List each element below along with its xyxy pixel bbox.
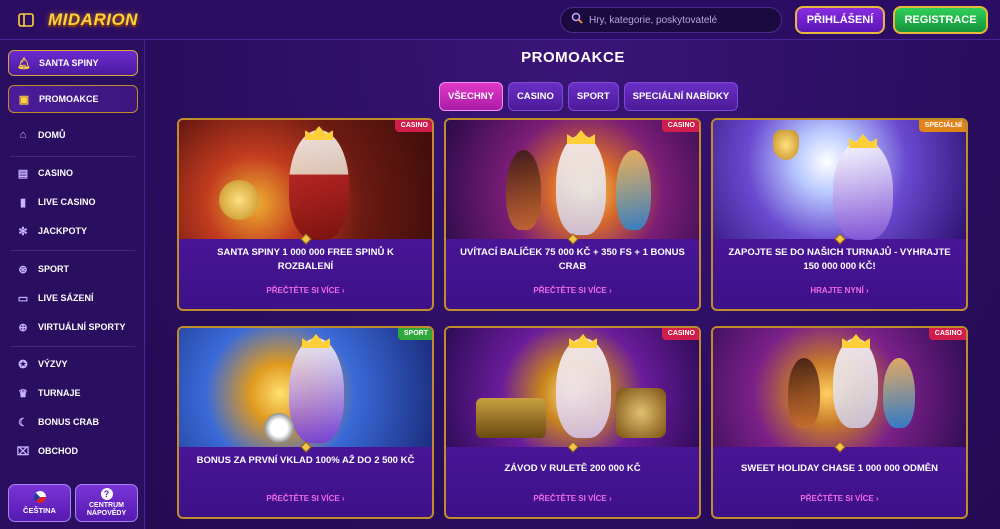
sidebar-item-bonus-crab[interactable]: ☾ BONUS CRAB bbox=[8, 409, 138, 435]
sidebar-item-casino[interactable]: ▤ CASINO bbox=[8, 160, 138, 186]
promo-title: UVÍTACÍ BALÍČEK 75 000 KČ + 350 FS + 1 B… bbox=[460, 247, 685, 272]
cards-icon: ▮ bbox=[19, 196, 27, 209]
sidebar-item-turnaje[interactable]: ♛ TURNAJE bbox=[8, 380, 138, 406]
sidebar-item-label: JACKPOTY bbox=[38, 226, 88, 236]
sidebar-item-virtualni-sporty[interactable]: ⊕ VIRTUÁLNÍ SPORTY bbox=[8, 314, 138, 340]
language-label: ČEŠTINA bbox=[23, 506, 56, 515]
promo-card[interactable]: CASINO UVÍTACÍ BALÍČEK 75 000 KČ + 350 F… bbox=[444, 118, 701, 311]
read-more-link[interactable]: PŘEČTĚTE SI VÍCE › bbox=[179, 494, 432, 503]
trophy-icon: ♛ bbox=[18, 387, 28, 400]
sidebar-item-label: TURNAJE bbox=[38, 388, 81, 398]
register-button[interactable]: REGISTRACE bbox=[893, 6, 988, 34]
sidebar-divider bbox=[10, 250, 135, 251]
search-placeholder: Hry, kategorie, poskytovatelé bbox=[589, 14, 718, 26]
promo-image bbox=[446, 120, 699, 239]
sidebar-item-label: DOMŮ bbox=[38, 130, 66, 140]
read-more-link[interactable]: PŘEČTĚTE SI VÍCE › bbox=[446, 494, 699, 503]
help-label-2: NÁPOVĚDY bbox=[86, 510, 127, 517]
slot-machine-icon: ▤ bbox=[17, 167, 29, 180]
sidebar-item-live-casino[interactable]: ▮ LIVE CASINO bbox=[8, 189, 138, 215]
help-label-1: CENTRUM bbox=[89, 502, 124, 509]
sidebar-divider bbox=[10, 346, 135, 347]
language-button[interactable]: ČEŠTINA bbox=[8, 484, 71, 522]
login-button[interactable]: PŘIHLÁŠENÍ bbox=[795, 6, 885, 34]
promo-image bbox=[446, 328, 699, 447]
promo-card[interactable]: SPECIÁLNÍ ZAPOJTE SE DO NAŠICH TURNAJŮ -… bbox=[711, 118, 968, 311]
live-icon: ▭ bbox=[17, 292, 29, 305]
sidebar-item-obchod[interactable]: ⌧ OBCHOD bbox=[8, 438, 138, 464]
promo-tabs: VŠECHNY CASINO SPORT SPECIÁLNÍ NABÍDKY bbox=[439, 82, 739, 111]
category-badge: CASINO bbox=[661, 328, 699, 340]
logo[interactable]: MIDARION bbox=[48, 10, 138, 30]
sidebar-item-label: BONUS CRAB bbox=[38, 417, 100, 427]
sidebar-item-label: CASINO bbox=[38, 168, 74, 178]
category-badge: CASINO bbox=[928, 328, 966, 340]
ball-icon: ⊛ bbox=[18, 263, 28, 276]
help-center-button[interactable]: ? CENTRUM NÁPOVĚDY bbox=[75, 484, 138, 522]
sidebar: 🔔︎ SANTA SPINY ▣ PROMOAKCE ⌂ DOMŮ ▤ CASI… bbox=[0, 40, 145, 529]
main-content: PROMOAKCE VŠECHNY CASINO SPORT SPECIÁLNÍ… bbox=[146, 40, 1000, 529]
sidebar-item-vyzvy[interactable]: ✪ VÝZVY bbox=[8, 351, 138, 377]
promo-card[interactable]: CASINO SANTA SPINY 1 000 000 FREE SPINŮ … bbox=[177, 118, 434, 311]
promo-title: BONUS ZA PRVNÍ VKLAD 100% AŽ DO 2 500 KČ bbox=[196, 455, 415, 466]
gift-icon: ▣ bbox=[18, 93, 30, 106]
read-more-link[interactable]: PŘEČTĚTE SI VÍCE › bbox=[713, 494, 966, 503]
search-input[interactable]: Hry, kategorie, poskytovatelé bbox=[560, 7, 782, 33]
sidebar-item-jackpoty[interactable]: ✻ JACKPOTY bbox=[8, 218, 138, 244]
promo-title: ZÁVOD V RULETĚ 200 000 KČ bbox=[504, 463, 641, 474]
play-now-link[interactable]: HRAJTE NYNÍ › bbox=[713, 286, 966, 295]
gamepad-icon: ⊕ bbox=[18, 321, 28, 334]
read-more-link[interactable]: PŘEČTĚTE SI VÍCE › bbox=[179, 286, 432, 295]
home-icon: ⌂ bbox=[19, 129, 27, 141]
tab-vsechny[interactable]: VŠECHNY bbox=[439, 82, 503, 111]
sidebar-item-label: LIVE SÁZENÍ bbox=[38, 293, 94, 303]
promo-title: SANTA SPINY 1 000 000 FREE SPINŮ K ROZBA… bbox=[217, 247, 394, 272]
promo-title: ZAPOJTE SE DO NAŠICH TURNAJŮ - VYHRAJTE … bbox=[728, 247, 951, 272]
sidebar-item-label: VÝZVY bbox=[38, 359, 68, 369]
sidebar-toggle-icon[interactable] bbox=[12, 6, 40, 34]
category-badge: CASINO bbox=[661, 120, 699, 132]
sidebar-item-label: OBCHOD bbox=[38, 446, 78, 456]
page-title: PROMOAKCE bbox=[521, 49, 625, 66]
sidebar-item-domu[interactable]: ⌂ DOMŮ bbox=[8, 122, 138, 148]
sidebar-item-label: VIRTUÁLNÍ SPORTY bbox=[38, 322, 126, 332]
top-bar: MIDARION Hry, kategorie, poskytovatelé P… bbox=[0, 0, 1000, 40]
sidebar-item-label: PROMOAKCE bbox=[39, 94, 99, 104]
promo-image bbox=[713, 120, 966, 240]
shop-icon: ⌧ bbox=[16, 445, 30, 458]
promo-image bbox=[713, 328, 966, 447]
challenge-icon: ✪ bbox=[18, 358, 28, 371]
sidebar-item-label: SPORT bbox=[38, 264, 70, 274]
tab-casino[interactable]: CASINO bbox=[507, 82, 563, 111]
sidebar-item-label: SANTA SPINY bbox=[39, 58, 99, 68]
promo-image bbox=[179, 328, 432, 447]
question-icon: ? bbox=[100, 488, 113, 500]
czech-flag-icon bbox=[33, 491, 46, 503]
promo-card[interactable]: SPORT BONUS ZA PRVNÍ VKLAD 100% AŽ DO 2 … bbox=[177, 326, 434, 519]
search-icon bbox=[571, 11, 583, 29]
crab-icon: ☾ bbox=[18, 416, 28, 429]
tab-specialni-nabidky[interactable]: SPECIÁLNÍ NABÍDKY bbox=[623, 82, 739, 111]
category-badge: CASINO bbox=[394, 120, 432, 132]
jackpot-icon: ✻ bbox=[18, 225, 28, 238]
sidebar-item-sport[interactable]: ⊛ SPORT bbox=[8, 256, 138, 282]
sidebar-item-promoakce[interactable]: ▣ PROMOAKCE bbox=[8, 85, 138, 113]
sidebar-item-live-sazeni[interactable]: ▭ LIVE SÁZENÍ bbox=[8, 285, 138, 311]
sidebar-divider bbox=[10, 156, 135, 157]
sidebar-item-santa-spiny[interactable]: 🔔︎ SANTA SPINY bbox=[8, 50, 138, 76]
category-badge: SPORT bbox=[397, 328, 432, 340]
bell-icon: 🔔︎ bbox=[17, 57, 31, 70]
read-more-link[interactable]: PŘEČTĚTE SI VÍCE › bbox=[446, 286, 699, 295]
tab-sport[interactable]: SPORT bbox=[567, 82, 619, 111]
promo-title: SWEET HOLIDAY CHASE 1 000 000 ODMĚN bbox=[741, 463, 938, 474]
promo-image bbox=[179, 120, 432, 240]
promo-card[interactable]: CASINO ZÁVOD V RULETĚ 200 000 KČ PŘEČTĚT… bbox=[444, 326, 701, 519]
promo-card[interactable]: CASINO SWEET HOLIDAY CHASE 1 000 000 ODM… bbox=[711, 326, 968, 519]
sidebar-item-label: LIVE CASINO bbox=[38, 197, 96, 207]
category-badge: SPECIÁLNÍ bbox=[918, 120, 966, 132]
